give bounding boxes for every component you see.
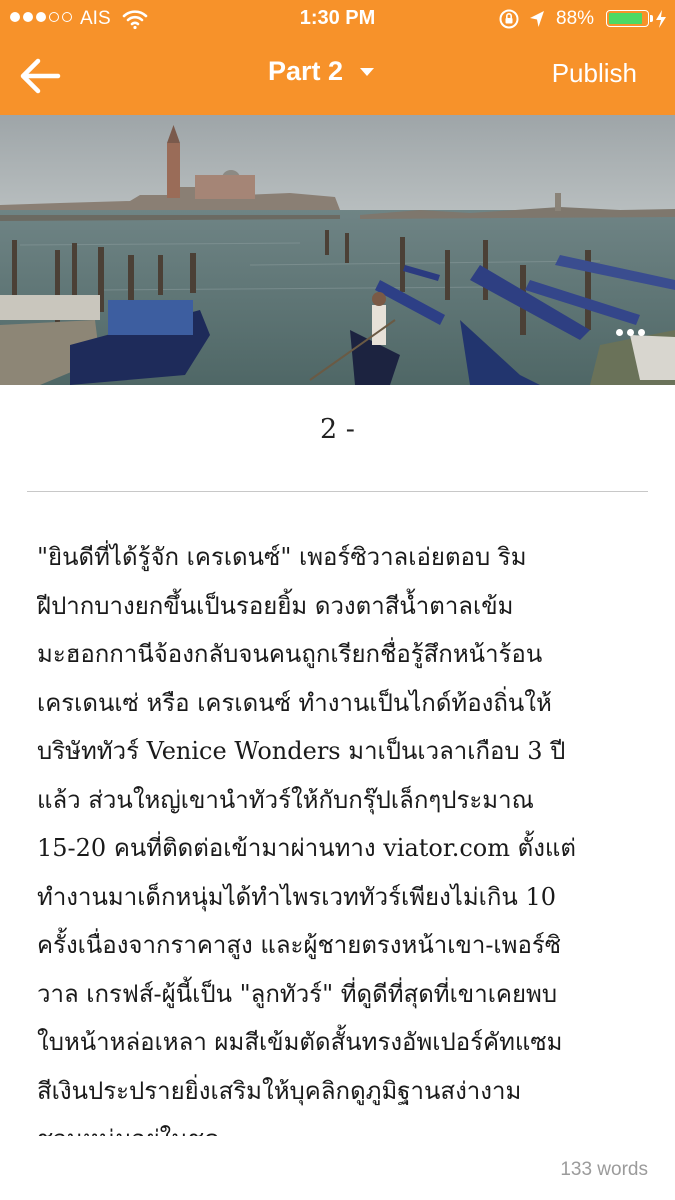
more-horizontal-icon: [616, 329, 623, 336]
body-text-line: ครั้งเนื่องจากราคาสูง และผู้ชายตรงหน้าเข…: [37, 931, 562, 959]
back-button[interactable]: [18, 54, 64, 98]
navigation-bar: Part 2 Publish: [0, 38, 675, 115]
body-text-line: 15-20 คนที่ติดต่อเข้ามาผ่านทาง viator.co…: [37, 834, 576, 862]
chapter-title[interactable]: 2 -: [0, 414, 675, 445]
body-text-line: มะฮอกกานีจ้องกลับจนคนถูกเรียกชื่อรู้สึกห…: [37, 640, 543, 668]
body-text-line: ใบหน้าหล่อเหลา ผมสีเข้มตัดสั้นทรงอัพเปอร…: [37, 1028, 563, 1056]
body-text-line: วาล เกรฟส์-ผู้นี้เป็น "ลูกทัวร์" ที่ดูดี…: [37, 979, 558, 1008]
more-options-button[interactable]: [616, 329, 645, 336]
arrow-left-icon: [20, 58, 61, 94]
body-text-line: แล้ว ส่วนใหญ่เขานำทัวร์ให้กับกรุ๊ปเล็กๆป…: [37, 785, 534, 814]
location-arrow-icon: [528, 9, 546, 34]
body-text-line: "ยินดีที่ได้รู้จัก เครเดนซ์" เพอร์ซิวาลเ…: [37, 543, 527, 571]
part-title: Part 2: [268, 56, 344, 86]
part-selector-dropdown[interactable]: Part 2: [268, 56, 375, 87]
app-header: AIS 1:30 PM 88% Part 2 Publish: [0, 0, 675, 115]
body-text-line: บริษัททัวร์ Venice Wonders มาเป็นเวลาเกื…: [37, 737, 566, 765]
body-text-line: เครเดนเซ่ หรือ เครเดนซ์ ทำงานเป็นไกด์ท้อ…: [37, 688, 552, 717]
charging-bolt-icon: [655, 9, 667, 34]
battery-percentage: 88%: [556, 8, 595, 29]
caret-down-icon: [360, 67, 375, 76]
story-body-editor[interactable]: "ยินดีที่ได้รู้จัก เครเดนซ์" เพอร์ซิวาลเ…: [37, 533, 647, 1136]
battery-icon: [606, 10, 653, 27]
body-text-line: ฝีปากบางยกขึ้นเป็นรอยยิ้ม ดวงตาสีน้ำตาลเ…: [37, 591, 514, 620]
cover-image[interactable]: [0, 115, 675, 385]
word-count: 133 words: [560, 1159, 648, 1180]
body-text-line: ทำงานมาเด็กหนุ่มได้ทำไพรเวททัวร์เพียงไม่…: [37, 882, 556, 911]
status-bar: AIS 1:30 PM 88%: [0, 0, 675, 38]
publish-button[interactable]: Publish: [552, 58, 637, 89]
body-text-line: สีเงินประปรายยิ่งเสริมให้บุคลิกดูภูมิฐาน…: [37, 1076, 522, 1105]
body-text-line: ชวนหน่มอยู่ในชุด: [37, 1115, 647, 1136]
rotation-lock-icon: [498, 8, 520, 35]
divider: [27, 491, 648, 492]
